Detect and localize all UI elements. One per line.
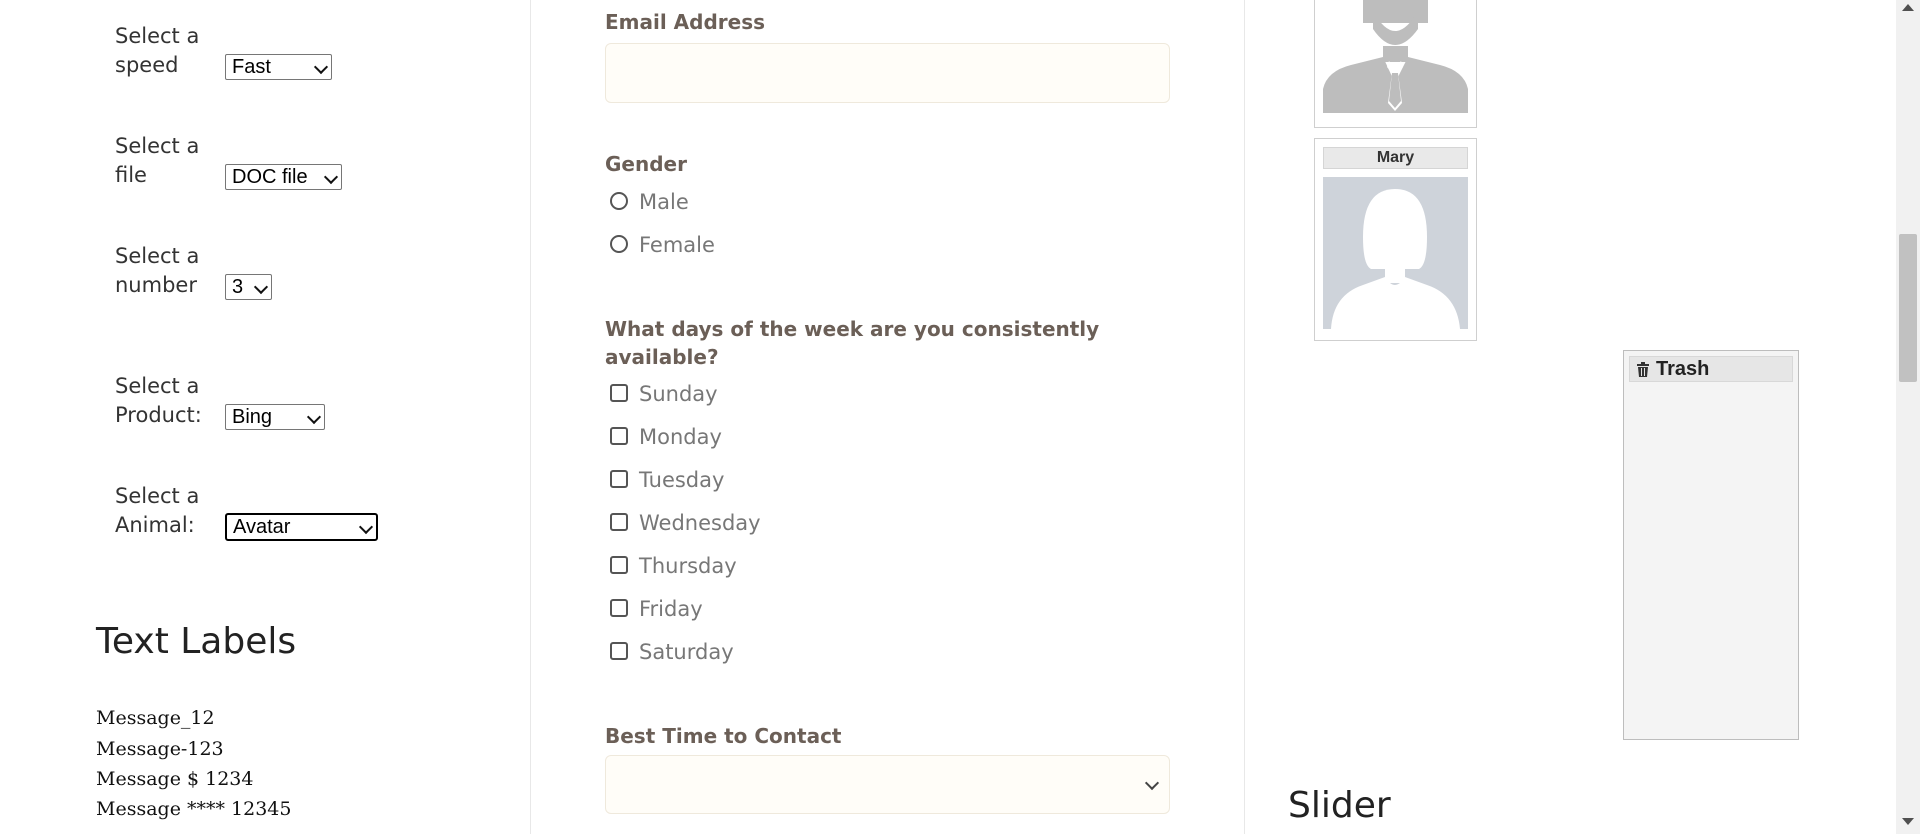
gallery-card-male[interactable] — [1314, 0, 1477, 128]
day-option-label: Thursday — [639, 554, 737, 578]
column-divider-left — [530, 0, 531, 834]
product-select-value: Bing — [232, 406, 273, 428]
day-option-thursday[interactable]: Thursday — [609, 552, 909, 580]
speed-select-label: Select a speed — [115, 24, 200, 77]
checkbox-friday[interactable] — [610, 599, 628, 617]
day-option-tuesday[interactable]: Tuesday — [609, 466, 909, 494]
chevron-down-icon — [306, 409, 322, 425]
page-scrollbar[interactable] — [1896, 0, 1920, 834]
day-option-label: Tuesday — [639, 468, 725, 492]
message-label-3: Message $ 1234 — [96, 768, 254, 790]
number-select-label: Select a number — [115, 244, 200, 297]
scroll-down-arrow-icon[interactable] — [1902, 818, 1914, 825]
number-select[interactable]: 3 — [225, 274, 272, 300]
checkbox-sunday[interactable] — [610, 384, 628, 402]
day-option-label: Friday — [639, 597, 703, 621]
radio-male[interactable] — [610, 192, 628, 210]
checkbox-thursday[interactable] — [610, 556, 628, 574]
day-option-saturday[interactable]: Saturday — [609, 638, 909, 666]
trash-drop-zone[interactable]: Trash — [1623, 350, 1799, 740]
best-time-select[interactable] — [605, 755, 1170, 814]
animal-select-value: Avatar — [233, 516, 291, 538]
gallery-card-caption: Mary — [1323, 147, 1468, 169]
file-select-label: Select a file — [115, 134, 200, 187]
gallery-card-mary[interactable]: Mary — [1314, 138, 1477, 341]
checkbox-tuesday[interactable] — [610, 470, 628, 488]
day-option-label: Saturday — [639, 640, 734, 664]
female-avatar-image — [1323, 177, 1468, 329]
radio-female[interactable] — [610, 235, 628, 253]
scroll-up-arrow-icon[interactable] — [1902, 4, 1914, 11]
trash-header: Trash — [1629, 356, 1793, 382]
day-option-label: Sunday — [639, 382, 718, 406]
day-option-monday[interactable]: Monday — [609, 423, 909, 451]
days-label: What days of the week are you consistent… — [605, 317, 1100, 369]
product-select-label: Select a Product: — [115, 374, 202, 427]
email-field[interactable] — [605, 43, 1170, 103]
chevron-down-icon — [1144, 775, 1160, 791]
speed-select-value: Fast — [232, 56, 271, 78]
male-avatar-image — [1323, 0, 1468, 113]
message-label-4: Message **** 12345 — [96, 798, 292, 820]
message-label-1: Message_12 — [96, 707, 215, 729]
gender-option-label: Male — [639, 190, 689, 214]
email-label: Email Address — [605, 10, 766, 34]
gender-option-label: Female — [639, 233, 715, 257]
day-option-friday[interactable]: Friday — [609, 595, 909, 623]
female-avatar-icon — [1323, 177, 1468, 329]
gender-label: Gender — [605, 152, 687, 176]
column-divider-right — [1244, 0, 1245, 834]
speed-select[interactable]: Fast — [225, 54, 332, 80]
day-option-label: Wednesday — [639, 511, 761, 535]
trash-label: Trash — [1656, 358, 1710, 380]
checkbox-saturday[interactable] — [610, 642, 628, 660]
gender-option-female[interactable]: Female — [609, 231, 909, 259]
best-time-label: Best Time to Contact — [605, 724, 842, 748]
text-labels-heading: Text Labels — [96, 621, 297, 662]
checkbox-wednesday[interactable] — [610, 513, 628, 531]
chevron-down-icon — [358, 519, 374, 535]
product-select[interactable]: Bing — [225, 404, 325, 430]
file-select[interactable]: DOC file — [225, 164, 342, 190]
chevron-down-icon — [323, 169, 339, 185]
animal-select[interactable]: Avatar — [225, 513, 378, 541]
chevron-down-icon — [253, 279, 269, 295]
slider-heading: Slider — [1288, 785, 1391, 826]
day-option-wednesday[interactable]: Wednesday — [609, 509, 909, 537]
day-option-label: Monday — [639, 425, 722, 449]
number-select-value: 3 — [232, 276, 244, 298]
male-avatar-icon — [1323, 0, 1468, 113]
day-option-sunday[interactable]: Sunday — [609, 380, 909, 408]
gender-option-male[interactable]: Male — [609, 188, 909, 216]
chevron-down-icon — [313, 59, 329, 75]
file-select-value: DOC file — [232, 166, 308, 188]
animal-select-label: Select a Animal: — [115, 484, 200, 537]
checkbox-monday[interactable] — [610, 427, 628, 445]
scrollbar-thumb[interactable] — [1899, 234, 1917, 382]
message-label-2: Message-123 — [96, 738, 224, 760]
trash-icon — [1636, 361, 1650, 384]
